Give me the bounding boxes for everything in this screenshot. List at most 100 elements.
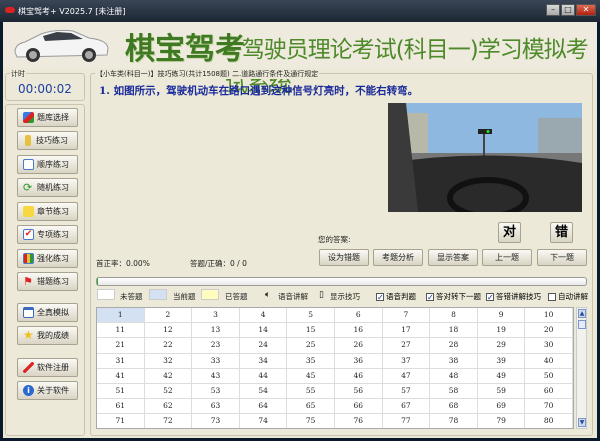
question-cell[interactable]: 57 [382,383,431,400]
question-cell[interactable]: 20 [525,323,573,339]
question-cell[interactable]: 67 [382,399,431,415]
question-cell[interactable]: 21 [97,338,145,354]
sidebar-item-chapter-practice[interactable]: 章节练习 [17,202,78,221]
question-cell[interactable]: 2 [144,308,193,324]
next-on-correct-checkbox[interactable]: ✓ 答对转下一题 [426,291,481,302]
next-button[interactable]: 下一题 [537,249,587,266]
question-cell[interactable]: 73 [192,414,240,428]
question-cell[interactable]: 50 [525,368,573,384]
sidebar-item-question-bank[interactable]: 题库选择 [17,108,78,127]
close-button[interactable]: ✕ [576,4,596,16]
question-cell[interactable]: 12 [144,323,193,339]
question-cell[interactable]: 58 [430,383,478,400]
question-cell[interactable]: 15 [287,323,335,339]
question-cell[interactable]: 78 [430,414,478,428]
question-cell[interactable]: 8 [430,308,478,324]
question-cell[interactable]: 41 [97,368,145,384]
question-cell[interactable]: 30 [525,338,573,354]
question-cell[interactable]: 48 [430,368,478,384]
question-cell[interactable]: 47 [382,368,431,384]
question-cell[interactable]: 9 [477,308,526,324]
question-cell[interactable]: 11 [97,323,145,339]
question-cell[interactable]: 35 [287,353,335,369]
question-cell[interactable]: 27 [382,338,431,354]
question-cell[interactable]: 76 [335,414,383,428]
show-answer-button[interactable]: 显示答案 [428,249,478,266]
question-cell[interactable]: 71 [97,414,145,428]
sidebar-item-special-practice[interactable]: ✔ 专项练习 [17,225,78,244]
question-cell[interactable]: 69 [477,399,526,415]
maximize-button[interactable]: □ [561,4,575,16]
question-cell[interactable]: 70 [525,399,573,415]
question-cell[interactable]: 18 [430,323,478,339]
question-cell[interactable]: 14 [239,323,288,339]
question-cell[interactable]: 43 [192,368,240,384]
sidebar-item-about[interactable]: i 关于软件 [17,381,78,400]
previous-button[interactable]: 上一题 [482,249,532,266]
question-cell[interactable]: 68 [430,399,478,415]
question-cell[interactable]: 23 [192,338,240,354]
sidebar-item-sequential-practice[interactable]: 顺序练习 [17,155,78,174]
question-cell[interactable]: 17 [382,323,431,339]
question-cell[interactable]: 36 [334,353,383,369]
question-cell[interactable]: 51 [97,383,145,400]
voice-judge-checkbox[interactable]: ✓ 语音判题 [376,291,416,302]
question-cell[interactable]: 13 [192,323,240,339]
sidebar-item-random-practice[interactable]: ⟳ 随机练习 [17,178,78,197]
tips-on-wrong-checkbox[interactable]: ✓ 答错讲解技巧 [486,291,541,302]
question-cell[interactable]: 25 [287,338,335,354]
question-cell[interactable]: 61 [97,399,145,415]
question-cell[interactable]: 79 [478,414,526,428]
question-cell[interactable]: 55 [287,383,335,400]
question-cell[interactable]: 38 [430,353,478,369]
question-cell[interactable]: 3 [192,308,240,324]
question-cell[interactable]: 49 [477,368,526,384]
question-cell[interactable]: 6 [334,308,383,324]
sidebar-item-tips-practice[interactable]: 技巧练习 [17,131,78,150]
question-cell[interactable]: 46 [334,368,383,384]
analysis-button[interactable]: 考题分析 [373,249,423,266]
false-button[interactable]: 错 [550,222,573,243]
true-button[interactable]: 对 [498,222,521,243]
question-cell[interactable]: 74 [240,414,288,428]
scroll-up-icon[interactable]: ▲ [578,309,586,318]
question-cell[interactable]: 44 [239,368,288,384]
question-cell[interactable]: 31 [97,353,145,369]
question-cell[interactable]: 22 [144,338,193,354]
mark-wrong-button[interactable]: 设为错题 [319,249,369,266]
sidebar-item-intensive-practice[interactable]: 强化练习 [17,249,78,268]
question-cell[interactable]: 59 [477,383,526,400]
question-cell[interactable]: 39 [477,353,526,369]
question-cell[interactable]: 40 [525,353,573,369]
question-cell[interactable]: 34 [239,353,288,369]
question-cell[interactable]: 60 [525,383,573,400]
question-cell[interactable]: 52 [144,383,193,400]
question-cell[interactable]: 80 [525,414,573,428]
question-cell[interactable]: 64 [239,399,288,415]
question-cell[interactable]: 63 [192,399,240,415]
question-cell[interactable]: 54 [239,383,288,400]
question-cell[interactable]: 19 [477,323,526,339]
voice-explain-button[interactable]: 语音讲解 [278,291,308,302]
show-tips-button[interactable]: 显示技巧 [330,291,360,302]
question-cell[interactable]: 56 [334,383,383,400]
question-cell[interactable]: 37 [382,353,431,369]
question-cell[interactable]: 4 [239,308,288,324]
question-cell[interactable]: 32 [144,353,193,369]
question-cell[interactable]: 42 [144,368,193,384]
question-cell[interactable]: 53 [192,383,240,400]
question-cell[interactable]: 16 [334,323,383,339]
question-cell[interactable]: 65 [287,399,335,415]
question-cell[interactable]: 75 [287,414,335,428]
sidebar-item-register[interactable]: 软件注册 [17,358,78,377]
scroll-thumb[interactable] [578,320,586,329]
question-cell[interactable]: 5 [287,308,335,324]
question-cell[interactable]: 45 [287,368,335,384]
question-cell[interactable]: 24 [239,338,288,354]
question-cell[interactable]: 66 [334,399,383,415]
question-cell[interactable]: 33 [192,353,240,369]
question-cell[interactable]: 77 [383,414,431,428]
sidebar-item-wrong-practice[interactable]: ⚑ 错题练习 [17,272,78,291]
question-cell[interactable]: 28 [430,338,478,354]
minimize-button[interactable]: – [546,4,560,16]
